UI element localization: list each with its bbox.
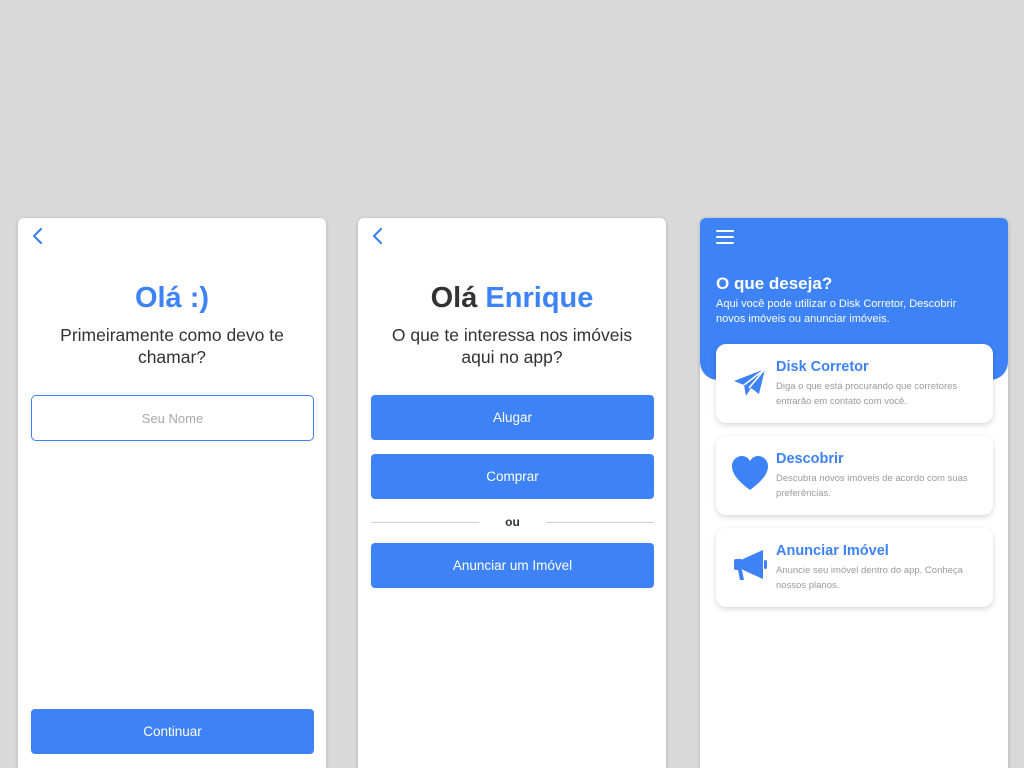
page-title: Olá Enrique — [358, 282, 666, 315]
buy-button[interactable]: Comprar — [371, 454, 654, 499]
divider-line — [545, 521, 655, 523]
page-title: O que deseja? — [716, 274, 833, 293]
hamburger-menu-icon[interactable] — [716, 230, 734, 244]
back-button[interactable] — [368, 226, 388, 246]
page-title: Olá :) — [134, 282, 210, 314]
card-description: Descubra novos imóveis de acordo com sua… — [776, 473, 968, 499]
megaphone-icon — [734, 550, 767, 580]
divider-label: ou — [505, 515, 520, 529]
page-subtitle: Primeiramente como devo te chamar? — [60, 325, 284, 367]
heart-icon — [732, 456, 768, 490]
screen-name-entry: Olá :) Primeiramente como devo te chamar… — [18, 218, 326, 768]
anunciar-imovel-card[interactable]: Anunciar Imóvel Anuncie seu imóvel dentr… — [716, 528, 993, 607]
card-title: Descobrir — [776, 451, 844, 467]
divider-line — [371, 521, 480, 523]
name-input[interactable] — [31, 395, 314, 441]
card-description: Diga o que está procurando que corretore… — [776, 381, 958, 407]
advertise-property-button[interactable]: Anunciar um Imóvel — [371, 543, 654, 588]
card-description: Anuncie seu imóvel dentro do app. Conheç… — [776, 565, 963, 591]
back-button[interactable] — [28, 226, 48, 246]
user-name: Enrique — [485, 282, 594, 314]
continue-button[interactable]: Continuar — [31, 709, 314, 754]
rent-button[interactable]: Alugar — [371, 395, 654, 440]
chevron-left-icon — [372, 227, 383, 245]
screen-home-menu: O que deseja? Aqui você pode utilizar o … — [700, 218, 1008, 768]
page-description: Aqui você pode utilizar o Disk Corretor,… — [716, 298, 957, 325]
card-title: Anunciar Imóvel — [776, 543, 889, 559]
or-divider: ou — [371, 514, 655, 530]
paper-plane-icon — [734, 368, 766, 396]
card-title: Disk Corretor — [776, 359, 869, 375]
disk-corretor-card[interactable]: Disk Corretor Diga o que está procurando… — [716, 344, 993, 423]
page-subtitle: O que te interessa nos imóveis aqui no a… — [391, 325, 633, 367]
chevron-left-icon — [32, 227, 43, 245]
greeting-text: Olá — [430, 282, 478, 314]
descobrir-card[interactable]: Descobrir Descubra novos imóveis de acor… — [716, 436, 993, 515]
screen-interest-choice: Olá Enrique O que te interessa nos imóve… — [358, 218, 666, 768]
